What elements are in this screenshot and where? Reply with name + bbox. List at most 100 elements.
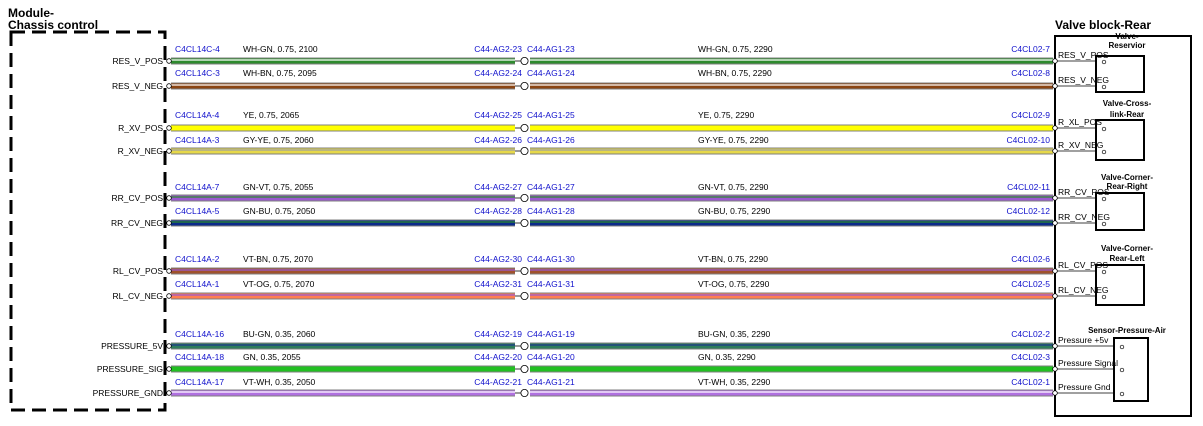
pin-right <box>1052 148 1058 154</box>
wire-spec-right: GY-YE, 0.75, 2290 <box>698 135 769 145</box>
connector-right-label: C4CL02-9 <box>1011 110 1050 120</box>
component-box <box>1113 337 1149 402</box>
splice-connector-icon <box>520 364 529 373</box>
wire-spec-right: GN, 0.35, 2290 <box>698 352 756 362</box>
pin-left <box>166 125 172 131</box>
pin-right <box>1052 58 1058 64</box>
wire-spec-right: VT-OG, 0.75, 2290 <box>698 279 770 289</box>
component-pin <box>1101 126 1107 132</box>
splice-left-label: C44-AG2-21 <box>474 377 522 387</box>
splice-right-label: C44-AG1-20 <box>527 352 575 362</box>
component-title: Rear-Left <box>1109 254 1144 263</box>
connector-right-label: C4CL02-2 <box>1011 329 1050 339</box>
wire-rl-cv-pos: RL_CV_POS C4CL14A-2 VT-BN, 0.75, 2070 C44-A… <box>113 254 1109 276</box>
splice-right-label: C44-AG1-30 <box>527 254 575 264</box>
splice-connector-icon <box>520 146 529 155</box>
connector-left-label: C4CL14A-1 <box>175 279 220 289</box>
wire-pressure-5v: PRESSURE_5V C4CL14A-16 BU-GN, 0.35, 2060 C4… <box>101 329 1125 351</box>
wire-res-v-neg: RES_V_NEG C4CL14C-3 WH-BN, 0.75, 2095 C44-A… <box>112 68 1109 91</box>
splice-connector-icon <box>520 124 529 133</box>
splice-left-label: C44-AG2-23 <box>474 44 522 54</box>
pin-label: Pressure Gnd <box>1058 382 1111 392</box>
signal-label: RL_CV_POS <box>113 266 163 276</box>
splice-left-label: C44-AG2-25 <box>474 110 522 120</box>
pin-label: RL_CV_NEG <box>1058 285 1109 295</box>
wire-rr-cv-neg: RR_CV_NEG C4CL14A-5 GN-BU, 0.75, 2050 C44-A… <box>111 206 1110 228</box>
component-title: Valve- <box>1115 32 1138 41</box>
component-pin <box>1119 344 1125 350</box>
pin-right <box>1052 293 1058 299</box>
wire-spec-left: WH-GN, 0.75, 2100 <box>243 44 318 54</box>
connector-left-label: C4CL14A-7 <box>175 182 220 192</box>
pin-label: Pressure Signal <box>1058 358 1118 368</box>
pin-left <box>166 58 172 64</box>
pin-label: RES_V_NEG <box>1058 75 1109 85</box>
wire-spec-left: BU-GN, 0.35, 2060 <box>243 329 316 339</box>
splice-connector-icon <box>520 341 529 350</box>
pin-left <box>166 366 172 372</box>
signal-label: PRESSURE_SIG <box>97 364 163 374</box>
pin-label: Pressure +5v <box>1058 335 1109 345</box>
splice-left-label: C44-AG2-27 <box>474 182 522 192</box>
wiring-diagram: Module- Chassis control Valve block-Rear… <box>8 6 1192 417</box>
pin-right <box>1052 83 1058 89</box>
valve-block-title: Valve block-Rear <box>1055 18 1151 32</box>
component-pin <box>1101 196 1107 202</box>
splice-right-label: C44-AG1-25 <box>527 110 575 120</box>
wire-spec-left: GN, 0.35, 2055 <box>243 352 301 362</box>
component-pin <box>1119 391 1125 397</box>
connector-right-label: C4CL02-3 <box>1011 352 1050 362</box>
splice-right-label: C44-AG1-23 <box>527 44 575 54</box>
connector-right-label: C4CL02-1 <box>1011 377 1050 387</box>
component-pin <box>1101 294 1107 300</box>
signal-label: R_XV_POS <box>118 123 163 133</box>
pin-left <box>166 293 172 299</box>
wire-spec-left: VT-BN, 0.75, 2070 <box>243 254 313 264</box>
splice-connector-icon <box>520 388 529 397</box>
pin-left <box>166 195 172 201</box>
connector-left-label: C4CL14A-4 <box>175 110 220 120</box>
connector-right-label: C4CL02-5 <box>1011 279 1050 289</box>
connector-left-label: C4CL14A-18 <box>175 352 224 362</box>
splice-left-label: C44-AG2-19 <box>474 329 522 339</box>
connector-left-label: C4CL14A-16 <box>175 329 224 339</box>
signal-label: RR_CV_NEG <box>111 218 163 228</box>
component-pin <box>1101 269 1107 275</box>
wire-pressure-sig: PRESSURE_SIG C4CL14A-18 GN, 0.35, 2055 C44-… <box>97 352 1125 374</box>
wire-spec-left: VT-OG, 0.75, 2070 <box>243 279 315 289</box>
signal-label: RES_V_NEG <box>112 81 163 91</box>
connector-left-label: C4CL14C-3 <box>175 68 220 78</box>
connector-right-label: C4CL02-8 <box>1011 68 1050 78</box>
connector-right-label: C4CL02-12 <box>1007 206 1051 216</box>
component-title: Sensor-Pressure-Air <box>1088 326 1166 335</box>
connector-right-label: C4CL02-11 <box>1007 182 1050 192</box>
wire-spec-left: YE, 0.75, 2065 <box>243 110 300 120</box>
wire-spec-left: VT-WH, 0.35, 2050 <box>243 377 316 387</box>
wire-spec-right: WH-BN, 0.75, 2290 <box>698 68 772 78</box>
splice-connector-icon <box>520 218 529 227</box>
component-title: Valve-Cross- <box>1103 99 1152 108</box>
component-pin <box>1101 59 1107 65</box>
splice-connector-icon <box>520 193 529 202</box>
splice-left-label: C44-AG2-24 <box>474 68 522 78</box>
splice-connector-icon <box>520 82 529 91</box>
connector-left-label: C4CL14A-3 <box>175 135 220 145</box>
connector-left-label: C4CL14A-17 <box>175 377 224 387</box>
wire-spec-right: VT-BN, 0.75, 2290 <box>698 254 768 264</box>
pin-left <box>166 148 172 154</box>
wire-spec-right: GN-VT, 0.75, 2290 <box>698 182 769 192</box>
connector-left-label: C4CL14A-2 <box>175 254 220 264</box>
component-pin <box>1101 84 1107 90</box>
signal-label: RL_CV_NEG <box>112 291 163 301</box>
splice-right-label: C44-AG1-19 <box>527 329 575 339</box>
wire-spec-left: GY-YE, 0.75, 2060 <box>243 135 314 145</box>
pin-right <box>1052 220 1058 226</box>
component-title: Rear-Right <box>1107 182 1148 191</box>
wire-spec-left: GN-BU, 0.75, 2050 <box>243 206 316 216</box>
signal-label: PRESSURE_5V <box>101 341 163 351</box>
splice-left-label: C44-AG2-26 <box>474 135 522 145</box>
wire-spec-right: BU-GN, 0.35, 2290 <box>698 329 771 339</box>
splice-right-label: C44-AG1-31 <box>527 279 575 289</box>
splice-right-label: C44-AG1-27 <box>527 182 575 192</box>
wire-spec-right: YE, 0.75, 2290 <box>698 110 755 120</box>
